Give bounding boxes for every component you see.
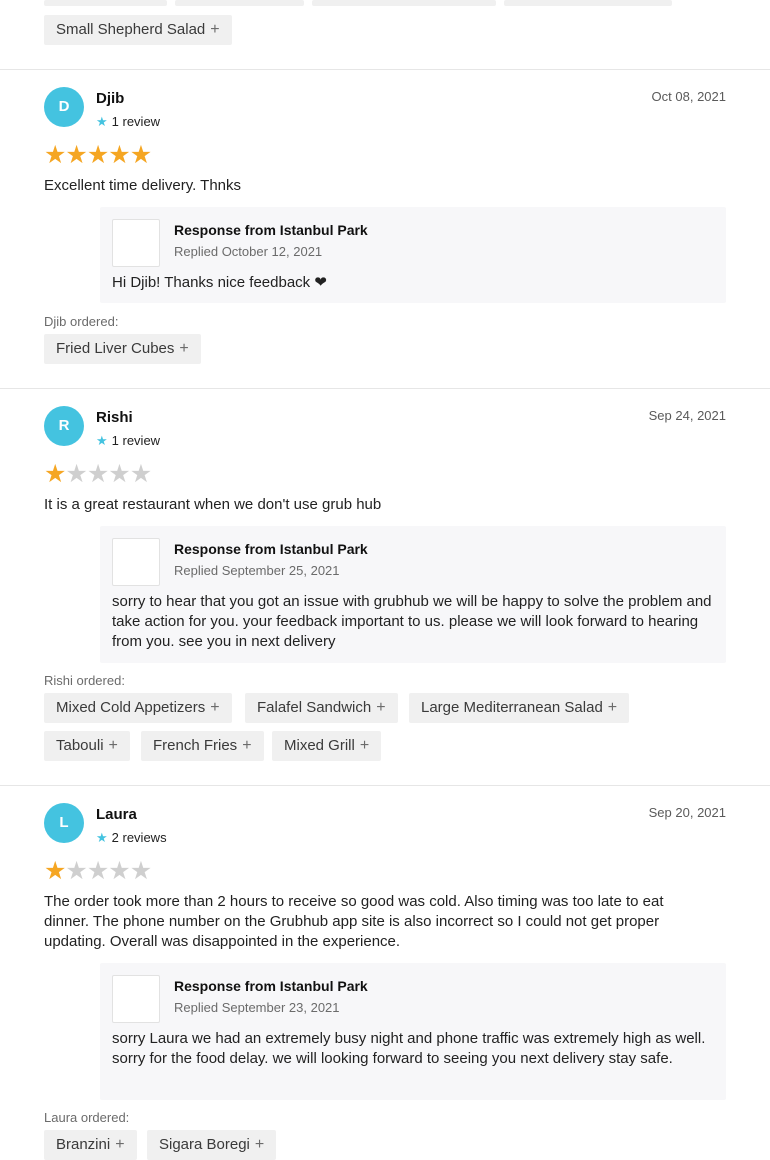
star-filled-icon: ★	[44, 857, 66, 885]
reviewer-name[interactable]: Laura	[96, 806, 137, 823]
plus-icon: +	[210, 21, 220, 38]
ordered-label: Laura ordered:	[44, 1110, 130, 1125]
star-empty-icon: ★	[108, 460, 130, 488]
menu-item-label: Large Mediterranean Salad	[421, 699, 603, 716]
menu-item-chip[interactable]: Small Shepherd Salad +	[44, 15, 232, 45]
star-empty-icon: ★	[129, 460, 152, 488]
plus-icon: +	[254, 1136, 265, 1153]
plus-icon: +	[179, 340, 189, 357]
restaurant-logo	[112, 219, 160, 267]
ordered-label: Djib ordered:	[44, 314, 119, 329]
menu-item-label: Mixed Cold Appetizers	[56, 699, 206, 716]
response-title: Response from Istanbul Park	[174, 541, 368, 557]
restaurant-logo	[112, 538, 160, 586]
star-empty-icon: ★	[86, 460, 109, 488]
review-text: Excellent time delivery. Thnks	[44, 177, 242, 194]
review-text: The order took more than 2 hours to rece…	[44, 893, 664, 950]
menu-item-chip[interactable]: French Fries +	[141, 731, 264, 761]
menu-item-chip[interactable]: Mixed Cold Appetizers +	[44, 693, 232, 723]
plus-icon: +	[607, 699, 618, 716]
menu-item-label: Tabouli	[56, 737, 104, 754]
response-title: Response from Istanbul Park	[174, 222, 368, 238]
plus-icon: +	[108, 737, 118, 754]
star-filled-icon: ★	[108, 141, 130, 169]
response-date: Replied September 25, 2021	[174, 563, 340, 578]
review-date: Oct 08, 2021	[651, 89, 726, 104]
restaurant-response: Response from Istanbul Park Replied Octo…	[100, 207, 726, 303]
menu-item-label: Falafel Sandwich	[257, 699, 372, 716]
star-icon: ★	[96, 433, 108, 448]
restaurant-response: Response from Istanbul Park Replied Sept…	[100, 526, 726, 663]
review-divider	[0, 388, 770, 389]
review-count: ★ 2 reviews	[96, 830, 167, 845]
plus-icon: +	[242, 737, 252, 754]
menu-item-label: Fried Liver Cubes	[56, 340, 175, 357]
star-empty-icon: ★	[108, 857, 130, 885]
review-date: Sep 20, 2021	[648, 805, 726, 820]
menu-item-label: Small Shepherd Salad	[56, 21, 206, 38]
avatar: L	[44, 803, 84, 843]
ordered-label: Rishi ordered:	[44, 673, 125, 688]
star-rating: ★★★★★	[44, 460, 152, 488]
star-empty-icon: ★	[65, 460, 87, 488]
response-text: sorry to hear that you got an issue with…	[112, 593, 712, 650]
star-rating: ★★★★★	[44, 857, 152, 885]
menu-item-chip[interactable]: Sigara Boregi +	[147, 1130, 277, 1160]
menu-item-chip[interactable]	[44, 0, 167, 6]
menu-item-label: French Fries	[153, 737, 238, 754]
avatar: R	[44, 406, 84, 446]
review-count: ★ 1 review	[96, 114, 161, 129]
star-empty-icon: ★	[129, 857, 152, 885]
response-text: Hi Djib! Thanks nice feedback ❤	[112, 274, 327, 291]
menu-item-label: Mixed Grill	[284, 737, 355, 754]
star-icon: ★	[96, 830, 108, 845]
star-filled-icon: ★	[44, 460, 66, 488]
restaurant-logo	[112, 975, 160, 1023]
menu-item-chip[interactable]	[504, 0, 672, 6]
star-filled-icon: ★	[65, 141, 87, 169]
menu-item-chip[interactable]: Fried Liver Cubes +	[44, 334, 201, 364]
menu-item-chip[interactable]: Mixed Grill +	[272, 731, 382, 761]
star-filled-icon: ★	[44, 141, 66, 169]
plus-icon: +	[376, 699, 386, 716]
menu-item-chip[interactable]	[175, 0, 304, 6]
review-count: ★ 1 review	[96, 433, 161, 448]
plus-icon: +	[115, 1136, 125, 1153]
plus-icon: +	[210, 699, 220, 716]
menu-item-chip[interactable]: Falafel Sandwich +	[245, 693, 398, 723]
restaurant-response: Response from Istanbul Park Replied Sept…	[100, 963, 726, 1100]
plus-icon: +	[359, 737, 370, 754]
response-text: sorry Laura we had an extremely busy nig…	[112, 1030, 706, 1067]
menu-item-chip[interactable]: Large Mediterranean Salad +	[409, 693, 630, 723]
review-text: It is a great restaurant when we don't u…	[44, 496, 382, 513]
response-date: Replied October 12, 2021	[174, 244, 323, 259]
review-date: Sep 24, 2021	[648, 408, 726, 423]
star-filled-icon: ★	[86, 141, 109, 169]
reviewer-name[interactable]: Djib	[96, 90, 124, 107]
review-divider	[0, 69, 770, 70]
menu-item-label: Branzini	[56, 1136, 111, 1153]
reviewer-name[interactable]: Rishi	[96, 409, 133, 426]
menu-item-chip[interactable]: Branzini +	[44, 1130, 137, 1160]
response-title: Response from Istanbul Park	[174, 978, 368, 994]
star-empty-icon: ★	[65, 857, 87, 885]
star-filled-icon: ★	[129, 141, 152, 169]
response-date: Replied September 23, 2021	[174, 1000, 340, 1015]
menu-item-chip[interactable]	[312, 0, 496, 6]
star-icon: ★	[96, 114, 108, 129]
star-empty-icon: ★	[86, 857, 109, 885]
avatar: D	[44, 87, 84, 127]
star-rating: ★★★★★	[44, 141, 152, 169]
menu-item-label: Sigara Boregi	[159, 1136, 250, 1153]
menu-item-chip[interactable]: Tabouli +	[44, 731, 130, 761]
review-divider	[0, 785, 770, 786]
